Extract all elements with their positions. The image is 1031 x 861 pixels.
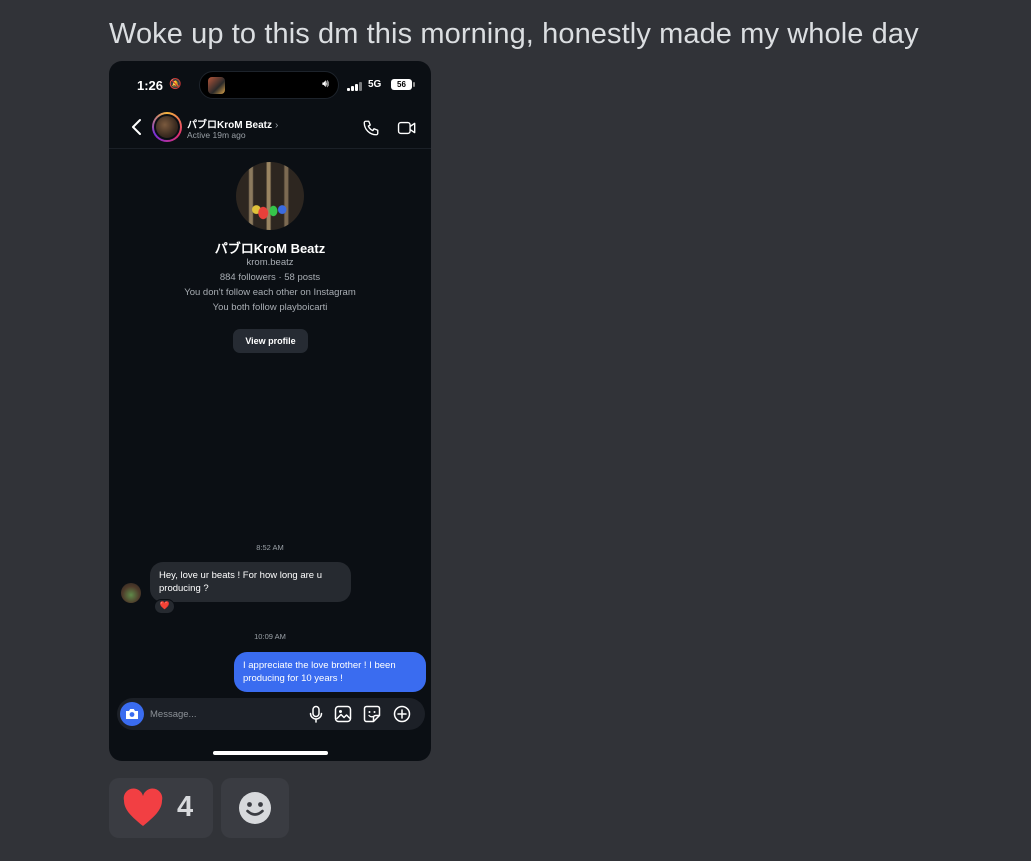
bell-muted-icon: 🔕 — [169, 79, 182, 90]
phone-call-icon[interactable] — [362, 119, 380, 137]
camera-button[interactable] — [120, 702, 144, 726]
now-playing-thumbnail — [208, 77, 225, 94]
status-bar: 1:26 🔕 🔊︎ 5G 56 — [109, 61, 431, 107]
smiley-face-icon — [239, 792, 271, 824]
video-call-icon[interactable] — [397, 119, 417, 137]
post-caption: Woke up to this dm this morning, honestl… — [109, 18, 919, 50]
outgoing-message[interactable]: I appreciate the love brother ! I been p… — [234, 652, 426, 692]
profile-name: パブロKroM Beatz — [214, 241, 326, 256]
header-avatar[interactable] — [152, 112, 182, 142]
view-profile-button[interactable]: View profile — [233, 329, 308, 353]
sound-icon: 🔊︎ — [322, 78, 329, 90]
header-username[interactable]: パブロKroM Beatz › — [187, 116, 278, 131]
camera-icon — [126, 709, 138, 719]
status-time: 1:26 — [137, 78, 164, 93]
profile-stats: 884 followers · 58 posts — [219, 272, 321, 283]
sender-avatar[interactable] — [121, 583, 141, 603]
heart-reaction-icon[interactable]: ❤️ — [154, 599, 175, 614]
mutual-follow: You both follow playboicarti — [212, 302, 328, 313]
profile-picture[interactable] — [236, 162, 304, 230]
heart-reaction-button[interactable]: 4 — [109, 778, 213, 838]
message-timestamp: 8:52 AM — [256, 543, 284, 552]
active-status: Active 19m ago — [187, 130, 246, 140]
dm-header: パブロKroM Beatz › Active 19m ago — [109, 107, 431, 149]
home-indicator — [213, 751, 328, 755]
gallery-icon[interactable] — [334, 705, 352, 723]
reaction-count: 4 — [177, 791, 194, 823]
plus-circle-icon[interactable] — [393, 705, 411, 723]
sticker-icon[interactable] — [363, 705, 381, 723]
add-reaction-button[interactable] — [221, 778, 289, 838]
chevron-right-icon: › — [275, 120, 279, 131]
dynamic-island: 🔊︎ — [199, 71, 339, 99]
network-label: 5G — [368, 79, 382, 90]
message-timestamp: 10:09 AM — [254, 632, 286, 641]
incoming-message[interactable]: Hey, love ur beats ! For how long are u … — [150, 562, 351, 602]
heart-icon — [123, 788, 163, 826]
back-arrow-icon[interactable] — [129, 117, 145, 137]
follow-status: You don't follow each other on Instagram — [184, 287, 356, 298]
battery-icon: 56 — [391, 79, 415, 90]
microphone-icon[interactable] — [307, 705, 325, 723]
screenshot-attachment[interactable]: 1:26 🔕 🔊︎ 5G 56 パブロKroM Beatz › Active 19… — [109, 61, 431, 761]
profile-username: krom.beatz — [246, 257, 294, 268]
message-composer — [117, 698, 425, 730]
message-input[interactable] — [150, 706, 300, 722]
signal-icon — [347, 81, 363, 91]
